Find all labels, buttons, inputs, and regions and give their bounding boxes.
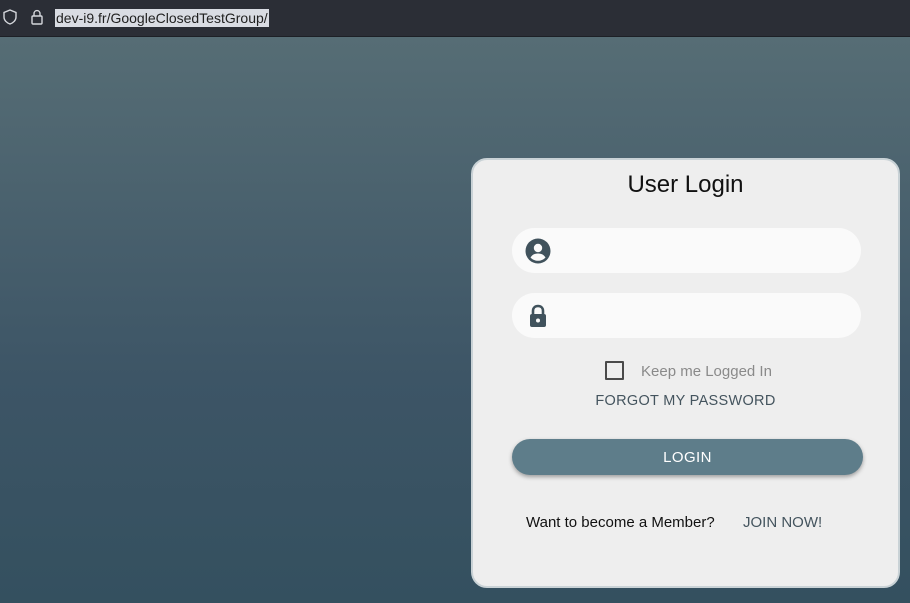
login-card: User Login Keep me Logged In FORGOT MY P… <box>471 158 900 588</box>
join-now-link[interactable]: JOIN NOW! <box>743 514 822 531</box>
username-field[interactable] <box>512 228 861 273</box>
keep-logged-in-label[interactable]: Keep me Logged In <box>641 363 772 380</box>
login-button[interactable]: LOGIN <box>512 439 863 475</box>
username-input[interactable] <box>562 234 851 269</box>
lock-icon[interactable] <box>29 9 45 25</box>
shield-icon[interactable] <box>2 9 18 25</box>
member-prompt: Want to become a Member? <box>526 514 715 531</box>
password-input[interactable] <box>562 299 851 334</box>
url-field[interactable]: dev-i9.fr/GoogleClosedTestGroup/ <box>55 9 269 27</box>
account-circle-icon <box>525 238 551 264</box>
page-background: User Login Keep me Logged In FORGOT MY P… <box>0 37 910 603</box>
forgot-password-link[interactable]: FORGOT MY PASSWORD <box>473 393 898 409</box>
browser-address-bar: dev-i9.fr/GoogleClosedTestGroup/ <box>0 0 910 37</box>
page-title: User Login <box>627 171 744 198</box>
padlock-icon <box>530 304 546 327</box>
keep-logged-in-checkbox[interactable] <box>605 361 624 380</box>
password-field[interactable] <box>512 293 861 338</box>
